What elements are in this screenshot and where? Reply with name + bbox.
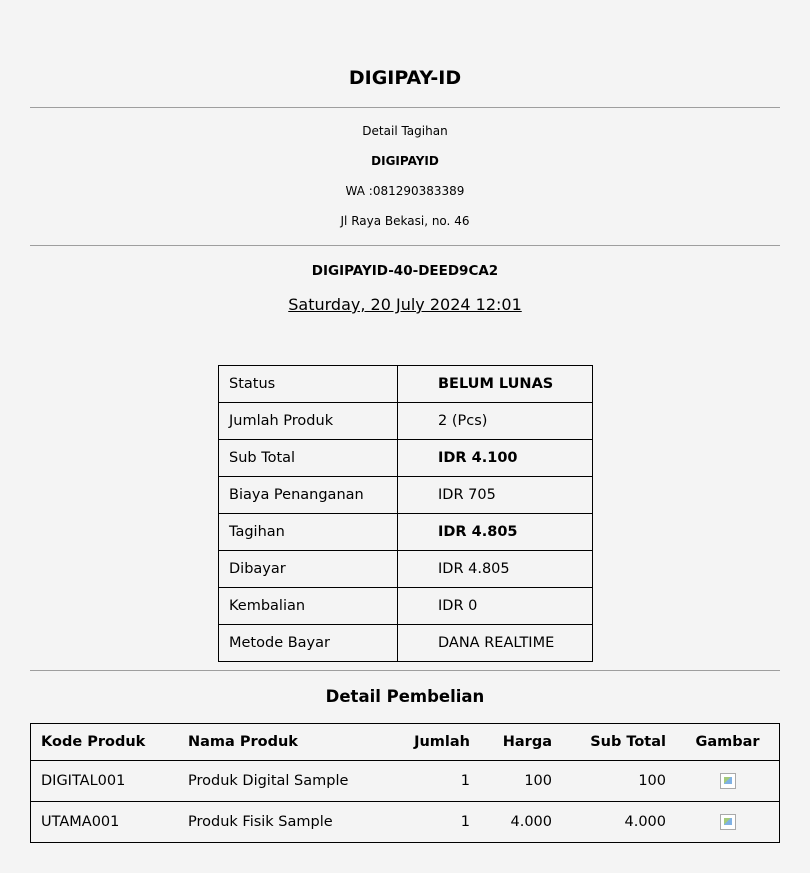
table-row: UTAMA001 Produk Fisik Sample 1 4.000 4.0…	[30, 801, 780, 843]
broken-image-icon	[719, 814, 736, 830]
summary-row: Biaya Penanganan IDR 705	[218, 476, 593, 514]
summary-table: Status BELUM LUNAS Jumlah Produk 2 (Pcs)…	[218, 365, 593, 662]
cell-qty: 1	[398, 801, 480, 843]
summary-label: Status	[218, 365, 398, 403]
cell-name: Produk Fisik Sample	[178, 801, 398, 843]
detail-heading: Detail Tagihan	[362, 124, 448, 138]
merchant-name: DIGIPAYID	[371, 154, 439, 168]
cell-price: 4.000	[480, 801, 562, 843]
divider	[30, 245, 780, 246]
page-title: DIGIPAY-ID	[348, 67, 462, 89]
cell-image	[676, 801, 780, 843]
cell-subtotal: 100	[562, 760, 676, 802]
column-header-subtotal: Sub Total	[562, 723, 676, 761]
summary-row: Kembalian IDR 0	[218, 587, 593, 625]
purchase-section-title: Detail Pembelian	[325, 687, 485, 706]
column-header-code: Kode Produk	[30, 723, 178, 761]
merchant-address: Jl Raya Bekasi, no. 46	[340, 214, 470, 228]
cell-qty: 1	[398, 760, 480, 802]
summary-value: IDR 705	[397, 476, 593, 514]
summary-value: 2 (Pcs)	[397, 402, 593, 440]
merchant-phone: WA :081290383389	[345, 184, 465, 198]
summary-row: Sub Total IDR 4.100	[218, 439, 593, 477]
summary-row: Status BELUM LUNAS	[218, 365, 593, 403]
cell-code: DIGITAL001	[30, 760, 178, 802]
divider	[30, 670, 780, 671]
summary-label: Dibayar	[218, 550, 398, 588]
summary-label: Sub Total	[218, 439, 398, 477]
summary-value: IDR 4.100	[397, 439, 593, 477]
column-header-image: Gambar	[676, 723, 780, 761]
purchase-table: Kode Produk Nama Produk Jumlah Harga Sub…	[30, 723, 780, 843]
summary-row: Metode Bayar DANA REALTIME	[218, 624, 593, 662]
cell-subtotal: 4.000	[562, 801, 676, 843]
table-row: DIGITAL001 Produk Digital Sample 1 100 1…	[30, 760, 780, 802]
summary-value: DANA REALTIME	[397, 624, 593, 662]
column-header-price: Harga	[480, 723, 562, 761]
cell-name: Produk Digital Sample	[178, 760, 398, 802]
cell-image	[676, 760, 780, 802]
invoice-page: DIGIPAY-ID Detail Tagihan DIGIPAYID WA :…	[0, 0, 810, 873]
divider	[30, 107, 780, 108]
column-header-name: Nama Produk	[178, 723, 398, 761]
summary-label: Biaya Penanganan	[218, 476, 398, 514]
summary-label: Tagihan	[218, 513, 398, 551]
cell-price: 100	[480, 760, 562, 802]
broken-image-icon	[719, 773, 736, 789]
table-header-row: Kode Produk Nama Produk Jumlah Harga Sub…	[30, 723, 780, 761]
column-header-qty: Jumlah	[398, 723, 480, 761]
summary-value: IDR 4.805	[397, 513, 593, 551]
invoice-date: Saturday, 20 July 2024 12:01	[288, 295, 522, 314]
summary-value: IDR 0	[397, 587, 593, 625]
summary-row: Dibayar IDR 4.805	[218, 550, 593, 588]
invoice-id: DIGIPAYID-40-DEED9CA2	[311, 263, 499, 279]
summary-value: IDR 4.805	[397, 550, 593, 588]
cell-code: UTAMA001	[30, 801, 178, 843]
summary-row: Jumlah Produk 2 (Pcs)	[218, 402, 593, 440]
summary-label: Jumlah Produk	[218, 402, 398, 440]
summary-label: Kembalian	[218, 587, 398, 625]
summary-value: BELUM LUNAS	[397, 365, 593, 403]
summary-label: Metode Bayar	[218, 624, 398, 662]
summary-row: Tagihan IDR 4.805	[218, 513, 593, 551]
